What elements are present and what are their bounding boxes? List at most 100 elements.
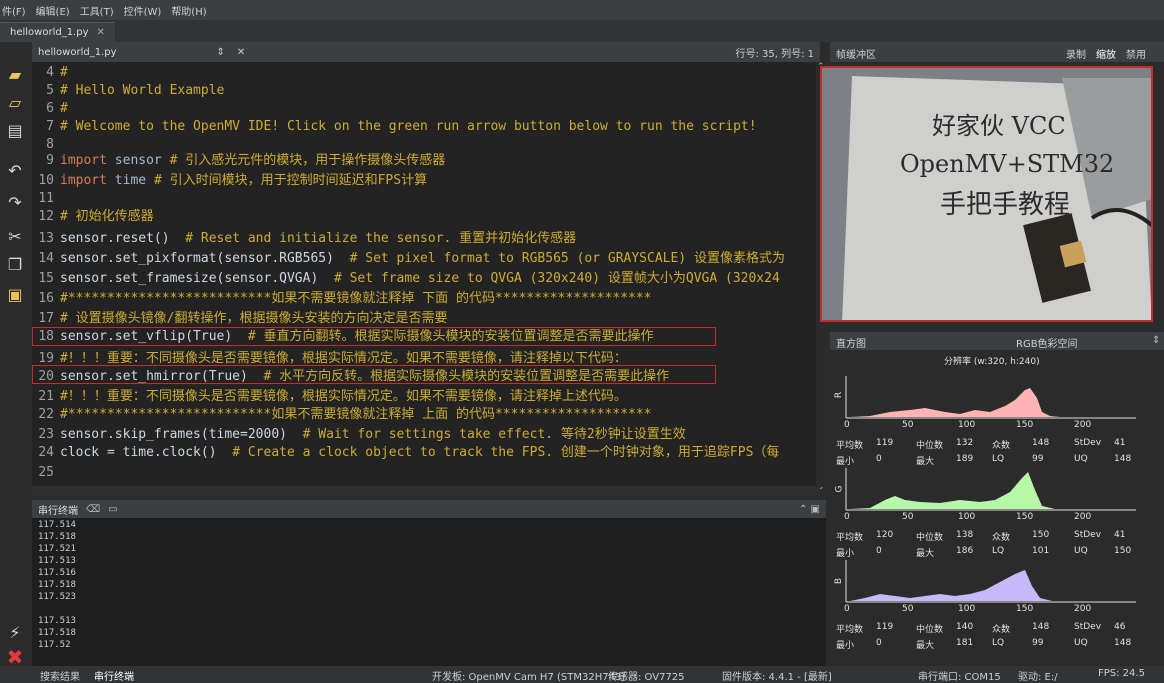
terminal-line: 117.518 <box>38 580 76 590</box>
stat-value: 189 <box>956 454 974 464</box>
stat-label: UQ <box>1074 638 1088 648</box>
file-tab-label: helloworld_1.py <box>10 27 89 38</box>
stat-value: 119 <box>876 438 894 448</box>
frame-text-line1: 好家伙 VCC <box>932 112 1066 140</box>
stat-label: LQ <box>992 454 1005 464</box>
x-tick: 200 <box>1074 420 1092 430</box>
serial-terminal[interactable]: 117.514 117.518 117.521 117.513 117.516 … <box>32 518 826 666</box>
status-tab-serial-terminal[interactable]: 串行终端 <box>94 668 134 683</box>
paste-icon[interactable]: ▣ <box>5 286 25 304</box>
status-firmware[interactable]: 固件版本: 4.4.1 - [最新] <box>722 668 832 683</box>
file-tab-helloworld[interactable]: helloworld_1.py ✕ <box>0 22 115 42</box>
histogram-g-area <box>850 472 1055 509</box>
terminal-collapse-icon[interactable]: ⌃ ▣ <box>799 504 820 515</box>
stat-value: 140 <box>956 622 974 632</box>
stop-icon[interactable]: ✖ <box>5 647 25 667</box>
terminal-line: 117.52 <box>38 640 71 650</box>
code-line: 14 sensor.set_pixformat(sensor.RGB565) # … <box>38 251 785 266</box>
stat-value: 150 <box>1114 546 1132 556</box>
code-line: 15 sensor.set_framesize(sensor.QVGA) # Se… <box>38 271 780 286</box>
open-folder-icon[interactable]: ▱ <box>5 94 25 112</box>
file-selector-arrows-icon[interactable]: ⇕ <box>217 47 225 58</box>
stat-value: 0 <box>876 546 882 556</box>
status-fps: FPS: 24.5 <box>1098 668 1145 679</box>
stat-value: 41 <box>1114 530 1126 540</box>
code-line: 24 clock = time.clock() # Create a clock … <box>38 445 780 460</box>
frame-text-line3: 手把手教程 <box>940 190 1071 220</box>
x-tick: 200 <box>1074 512 1092 522</box>
x-tick: 100 <box>958 604 976 614</box>
code-line: 16 #**************************如果不需要镜像就注释掉… <box>38 291 652 306</box>
connect-icon[interactable]: ⚡ <box>5 624 25 642</box>
colorspace-dropdown-icon[interactable]: ⇕ <box>1152 335 1160 346</box>
channel-g-label: G <box>834 485 845 493</box>
disable-button[interactable]: 禁用 <box>1126 46 1146 61</box>
x-tick: 0 <box>844 512 850 522</box>
stat-value: 148 <box>1114 638 1132 648</box>
terminal-line: 117.513 <box>38 616 76 626</box>
stat-label: 中位数 <box>916 625 944 635</box>
stat-value: 148 <box>1032 438 1050 448</box>
stat-value: 119 <box>876 622 894 632</box>
menu-help[interactable]: 帮助(H) <box>171 3 206 18</box>
frame-buffer-view: 好家伙 VCC OpenMV+STM32 手把手教程 <box>820 66 1153 322</box>
stat-label: StDev <box>1074 622 1102 632</box>
terminal-header: 串行终端 ⌫ ▭ ⌃ ▣ <box>32 500 826 518</box>
x-tick: 150 <box>1016 604 1034 614</box>
undo-icon[interactable]: ↶ <box>5 162 25 180</box>
file-tab-bar: helloworld_1.py ✕ <box>0 20 1164 42</box>
stat-value: 99 <box>1032 454 1044 464</box>
colorspace-select[interactable]: RGB色彩空间 <box>1016 335 1078 350</box>
editor-filename[interactable]: helloworld_1.py <box>38 47 117 58</box>
terminal-save-icon[interactable]: ▭ <box>108 504 117 515</box>
cursor-position: 行号: 35, 列号: 1 <box>735 48 814 60</box>
redo-icon[interactable]: ↷ <box>5 194 25 212</box>
stat-value: 132 <box>956 438 974 448</box>
highlight-box-vflip <box>32 327 716 346</box>
terminal-clear-icon[interactable]: ⌫ <box>86 504 100 515</box>
new-file-icon[interactable]: ▰ <box>5 66 25 84</box>
stat-label: 最大 <box>916 457 935 467</box>
stat-label: 最大 <box>916 641 935 651</box>
close-tab-icon[interactable]: ✕ <box>97 27 105 38</box>
x-tick: 150 <box>1016 512 1034 522</box>
save-icon[interactable]: ▤ <box>5 122 25 140</box>
stat-value: 186 <box>956 546 974 556</box>
record-button[interactable]: 录制 <box>1066 46 1086 61</box>
stat-value: 101 <box>1032 546 1050 556</box>
histogram-r-area <box>850 388 1060 417</box>
terminal-line: 117.513 <box>38 556 76 566</box>
terminal-line: 117.521 <box>38 544 76 554</box>
stat-label: 平均数 <box>836 441 864 451</box>
close-editor-icon[interactable]: ✕ <box>237 47 245 58</box>
status-tab-search-results[interactable]: 搜索结果 <box>40 668 80 683</box>
zoom-button[interactable]: 缩放 <box>1096 46 1116 61</box>
menu-edit[interactable]: 编辑(E) <box>36 3 70 18</box>
menu-tools[interactable]: 工具(T) <box>80 3 114 18</box>
menu-widgets[interactable]: 控件(W) <box>124 3 162 18</box>
code-editor[interactable]: 4 # 5 # Hello World Example 6 # 7 # Welcome … <box>32 62 820 494</box>
stat-value: 181 <box>956 638 974 648</box>
stat-label: 平均数 <box>836 625 864 635</box>
status-port: 串行端口: COM15 <box>918 672 1001 683</box>
code-line: 12 # 初始化传感器 <box>38 209 154 224</box>
copy-icon[interactable]: ❐ <box>5 256 25 274</box>
stat-value: 148 <box>1114 454 1132 464</box>
highlight-box-hmirror <box>32 365 716 384</box>
stat-value: 120 <box>876 530 894 540</box>
frame-buffer-header: 帧缓冲区 录制 缩放 禁用 <box>830 42 1164 62</box>
stat-label: 众数 <box>992 625 1011 635</box>
channel-r-label: R <box>834 391 845 399</box>
menu-file[interactable]: 件(F) <box>2 3 26 18</box>
terminal-line: 117.518 <box>38 532 76 542</box>
code-line: 9 import sensor # 引入感光元件的模块，用于操作摄像头传感器 <box>46 153 446 168</box>
stat-value: 138 <box>956 530 974 540</box>
editor-horizontal-scrollbar[interactable] <box>32 486 820 496</box>
terminal-line: 117.523 <box>38 592 76 602</box>
stat-label: UQ <box>1074 546 1088 556</box>
cut-icon[interactable]: ✂ <box>5 228 25 246</box>
left-toolbar: ▰ ▱ ▤ ↶ ↷ ✂ ❐ ▣ ⚡ ✖ <box>0 42 32 683</box>
code-line: 25 <box>38 465 54 480</box>
terminal-line: 117.514 <box>38 520 76 530</box>
editor-header: helloworld_1.py ⇕ ✕ 行号: 35, 列号: 1 <box>32 42 820 62</box>
